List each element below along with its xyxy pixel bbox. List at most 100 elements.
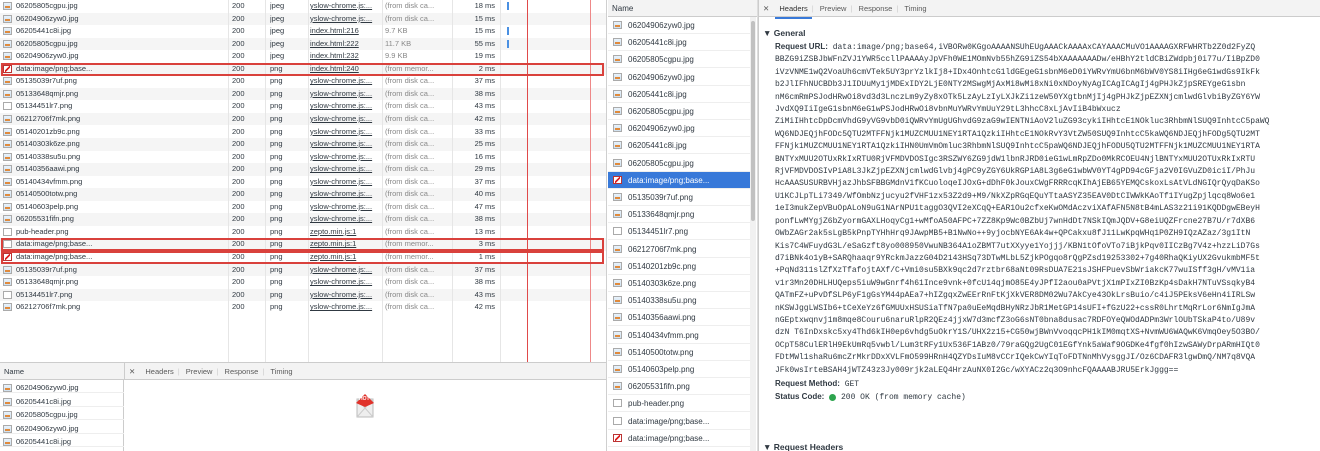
table-row[interactable]: 05140303k6ze.png 200 png yslow-chrome.js:..… bbox=[0, 138, 606, 151]
list-item[interactable]: 06212706f7mk.png bbox=[608, 241, 754, 258]
list-item[interactable]: 05140434vfmm.png bbox=[608, 327, 754, 344]
list-item[interactable]: 06205805cgpu.jpg bbox=[0, 409, 124, 420]
list-item[interactable]: 06205805cgpu.jpg bbox=[608, 103, 754, 120]
table-row[interactable]: 05140201zb9c.png 200 png yslow-chrome.js:..… bbox=[0, 126, 606, 139]
table-row[interactable]: 05135039r7uf.png 200 png yslow-chrome.js:..… bbox=[0, 263, 606, 277]
list-item[interactable]: 06204906zyw0.jpg bbox=[0, 423, 124, 434]
list-scrollbar-thumb[interactable] bbox=[751, 21, 755, 221]
list-item[interactable]: 06205441c8i.jpg bbox=[0, 436, 124, 447]
tab-response[interactable]: Response bbox=[855, 0, 897, 17]
list-item[interactable]: data:image/png;base... bbox=[608, 413, 754, 430]
list-item[interactable]: 05140356aawi.png bbox=[608, 309, 754, 327]
table-row[interactable]: 05133648qmjr.png 200 png yslow-chrome.js:..… bbox=[0, 87, 606, 101]
list-item[interactable]: 05135039r7uf.png bbox=[608, 189, 754, 206]
request-initiator-link[interactable]: yslow-chrome.js:... bbox=[310, 201, 380, 214]
list-item[interactable]: data:image/png;base... bbox=[608, 171, 754, 189]
request-initiator-link[interactable]: yslow-chrome.js:... bbox=[310, 75, 380, 88]
list-item[interactable]: 06205531fifn.png bbox=[608, 378, 754, 396]
request-size: (from disk ca... bbox=[385, 1, 435, 10]
detail-tabbar: ✕ Headers | Preview | Response | Timing bbox=[759, 0, 1320, 19]
table-row[interactable]: 06212706f7mk.png 200 png yslow-chrome.js:..… bbox=[0, 301, 606, 314]
request-initiator-link[interactable]: yslow-chrome.js:... bbox=[310, 0, 380, 13]
tab-timing[interactable]: Timing bbox=[900, 0, 930, 17]
list-item[interactable]: data:image/png;base... bbox=[608, 430, 754, 447]
highlight-box bbox=[1, 62, 604, 76]
request-initiator-link[interactable]: index.html:222 bbox=[310, 38, 380, 51]
request-initiator-link[interactable]: yslow-chrome.js:... bbox=[310, 188, 380, 201]
request-initiator-link[interactable]: yslow-chrome.js:... bbox=[310, 151, 380, 164]
request-size: 9.9 KB bbox=[385, 51, 408, 61]
list-item[interactable]: 05140603pelp.png bbox=[608, 361, 754, 378]
list-item[interactable]: 05140338su5u.png bbox=[608, 292, 754, 310]
request-url-line: d7iBNk4o1yB+SARQhaaqr9YRckmJazzG04D2143H… bbox=[775, 253, 1260, 263]
list-item[interactable]: 06205441c8i.jpg bbox=[608, 86, 754, 103]
request-initiator-link[interactable]: yslow-chrome.js:... bbox=[310, 126, 380, 139]
table-row[interactable]: 05133648qmjr.png 200 png yslow-chrome.js:..… bbox=[0, 276, 606, 289]
table-row[interactable]: pub-header.png 200 png zepto.min.js:1 (from … bbox=[0, 226, 606, 239]
list-item[interactable]: 06205805cgpu.jpg bbox=[608, 51, 754, 69]
request-initiator-link[interactable]: yslow-chrome.js:... bbox=[310, 113, 380, 126]
list-item[interactable]: pub-header.png bbox=[608, 395, 754, 413]
request-initiator-link[interactable]: index.html:216 bbox=[310, 25, 380, 38]
list-item[interactable]: 06205805cgpu.jpg bbox=[608, 155, 754, 172]
request-initiator-link[interactable]: yslow-chrome.js:... bbox=[310, 276, 380, 289]
list-item[interactable]: 06205441c8i.jpg bbox=[608, 34, 754, 52]
general-section-header[interactable]: ▼ General bbox=[763, 28, 805, 38]
request-initiator-link[interactable]: zepto.min.js:1 bbox=[310, 226, 380, 239]
list-item[interactable]: 06205441c8i.jpg bbox=[608, 137, 754, 155]
list-item[interactable]: 05140201zb9c.png bbox=[608, 258, 754, 275]
list-item[interactable]: 05133648qmjr.png bbox=[608, 206, 754, 224]
request-initiator-link[interactable]: yslow-chrome.js:... bbox=[310, 289, 380, 302]
close-icon[interactable]: ✕ bbox=[125, 363, 139, 380]
table-row[interactable]: 06204906zyw0.jpg 200 jpeg index.html:232 9.9… bbox=[0, 50, 606, 63]
close-icon[interactable]: ✕ bbox=[759, 0, 773, 17]
tab-headers[interactable]: Headers bbox=[775, 0, 812, 19]
request-initiator-link[interactable]: yslow-chrome.js:... bbox=[310, 88, 380, 101]
list-item[interactable]: 06204906zyw0.jpg bbox=[608, 17, 754, 34]
tab-headers[interactable]: Headers bbox=[141, 363, 177, 380]
document-icon bbox=[613, 416, 622, 425]
request-initiator-link[interactable]: yslow-chrome.js:... bbox=[310, 100, 380, 113]
table-row[interactable]: 05140500totw.png 200 png yslow-chrome.js:..… bbox=[0, 188, 606, 201]
tab-response[interactable]: Response bbox=[221, 363, 263, 380]
list-item[interactable]: 06204906zyw0.jpg bbox=[608, 69, 754, 86]
table-row[interactable]: 05135039r7uf.png 200 png yslow-chrome.js:..… bbox=[0, 75, 606, 88]
request-type: png bbox=[270, 76, 283, 86]
list-item[interactable]: 05140500totw.png bbox=[608, 344, 754, 361]
list-item[interactable]: 06205441c8i.jpg bbox=[0, 396, 124, 407]
table-row[interactable]: 05134451lr7.png 200 png yslow-chrome.js:...… bbox=[0, 100, 606, 113]
table-row[interactable]: 06205531fifn.png 200 png yslow-chrome.js:..… bbox=[0, 213, 606, 226]
table-row[interactable]: 05140603pelp.png 200 png yslow-chrome.js:..… bbox=[0, 201, 606, 214]
table-row[interactable]: 06212706f7mk.png 200 png yslow-chrome.js:..… bbox=[0, 112, 606, 126]
list-scrollbar[interactable] bbox=[750, 17, 756, 451]
request-initiator-link[interactable]: yslow-chrome.js:... bbox=[310, 13, 380, 26]
name-column-header[interactable]: Name bbox=[608, 0, 757, 17]
request-initiator-link[interactable]: yslow-chrome.js:... bbox=[310, 213, 380, 226]
table-row[interactable]: 06205805cgpu.jpg 200 jpeg index.html:222 11.… bbox=[0, 37, 606, 51]
request-size: (from disk ca... bbox=[385, 289, 435, 299]
request-initiator-link[interactable]: yslow-chrome.js:... bbox=[310, 176, 380, 189]
table-row[interactable]: 05140338su5u.png 200 png yslow-chrome.js:..… bbox=[0, 151, 606, 164]
table-row[interactable]: 05140434vfmm.png 200 png yslow-chrome.js:..… bbox=[0, 176, 606, 189]
request-initiator-link[interactable]: index.html:232 bbox=[310, 50, 380, 63]
tab-timing[interactable]: Timing bbox=[266, 363, 296, 380]
request-initiator-link[interactable]: yslow-chrome.js:... bbox=[310, 163, 380, 176]
table-row[interactable]: 06204906zyw0.jpg 200 jpeg yslow-chrome.js:.… bbox=[0, 12, 606, 26]
table-row[interactable]: 06205441c8i.jpg 200 jpeg index.html:216 9.7 … bbox=[0, 25, 606, 38]
request-headers-section-header[interactable]: ▼ Request Headers bbox=[763, 442, 843, 451]
list-item[interactable]: 06204906zyw0.jpg bbox=[0, 382, 124, 393]
tab-preview[interactable]: Preview bbox=[182, 363, 217, 380]
table-row[interactable]: 05134451lr7.png 200 png yslow-chrome.js:...… bbox=[0, 288, 606, 302]
request-url-line: FFNjk1MUZCMUU1NEY1RTA1QzkiIHN0UmVmOmluc3… bbox=[775, 142, 1260, 152]
request-initiator-link[interactable]: yslow-chrome.js:... bbox=[310, 264, 380, 277]
list-item[interactable]: 05140303k6ze.png bbox=[608, 275, 754, 292]
request-initiator-link[interactable]: yslow-chrome.js:... bbox=[310, 138, 380, 151]
table-row[interactable]: 05140356aawi.png 200 png yslow-chrome.js:..… bbox=[0, 163, 606, 176]
table-row[interactable]: 06205805cgpu.jpg 200 jpeg yslow-chrome.js:.… bbox=[0, 0, 606, 13]
request-initiator-link[interactable]: yslow-chrome.js:... bbox=[310, 301, 380, 314]
list-item[interactable]: 05134451lr7.png bbox=[608, 223, 754, 241]
list-item[interactable]: 06204906zyw0.jpg bbox=[608, 120, 754, 138]
tab-preview[interactable]: Preview bbox=[816, 0, 851, 17]
request-url-line: 1eI3mukZepVBuOpALoN9uG1NArNPU1taggO3QVI2… bbox=[775, 204, 1260, 214]
general-section-body: Request URL: data:image/png;base64,iVBOR… bbox=[775, 41, 1320, 405]
